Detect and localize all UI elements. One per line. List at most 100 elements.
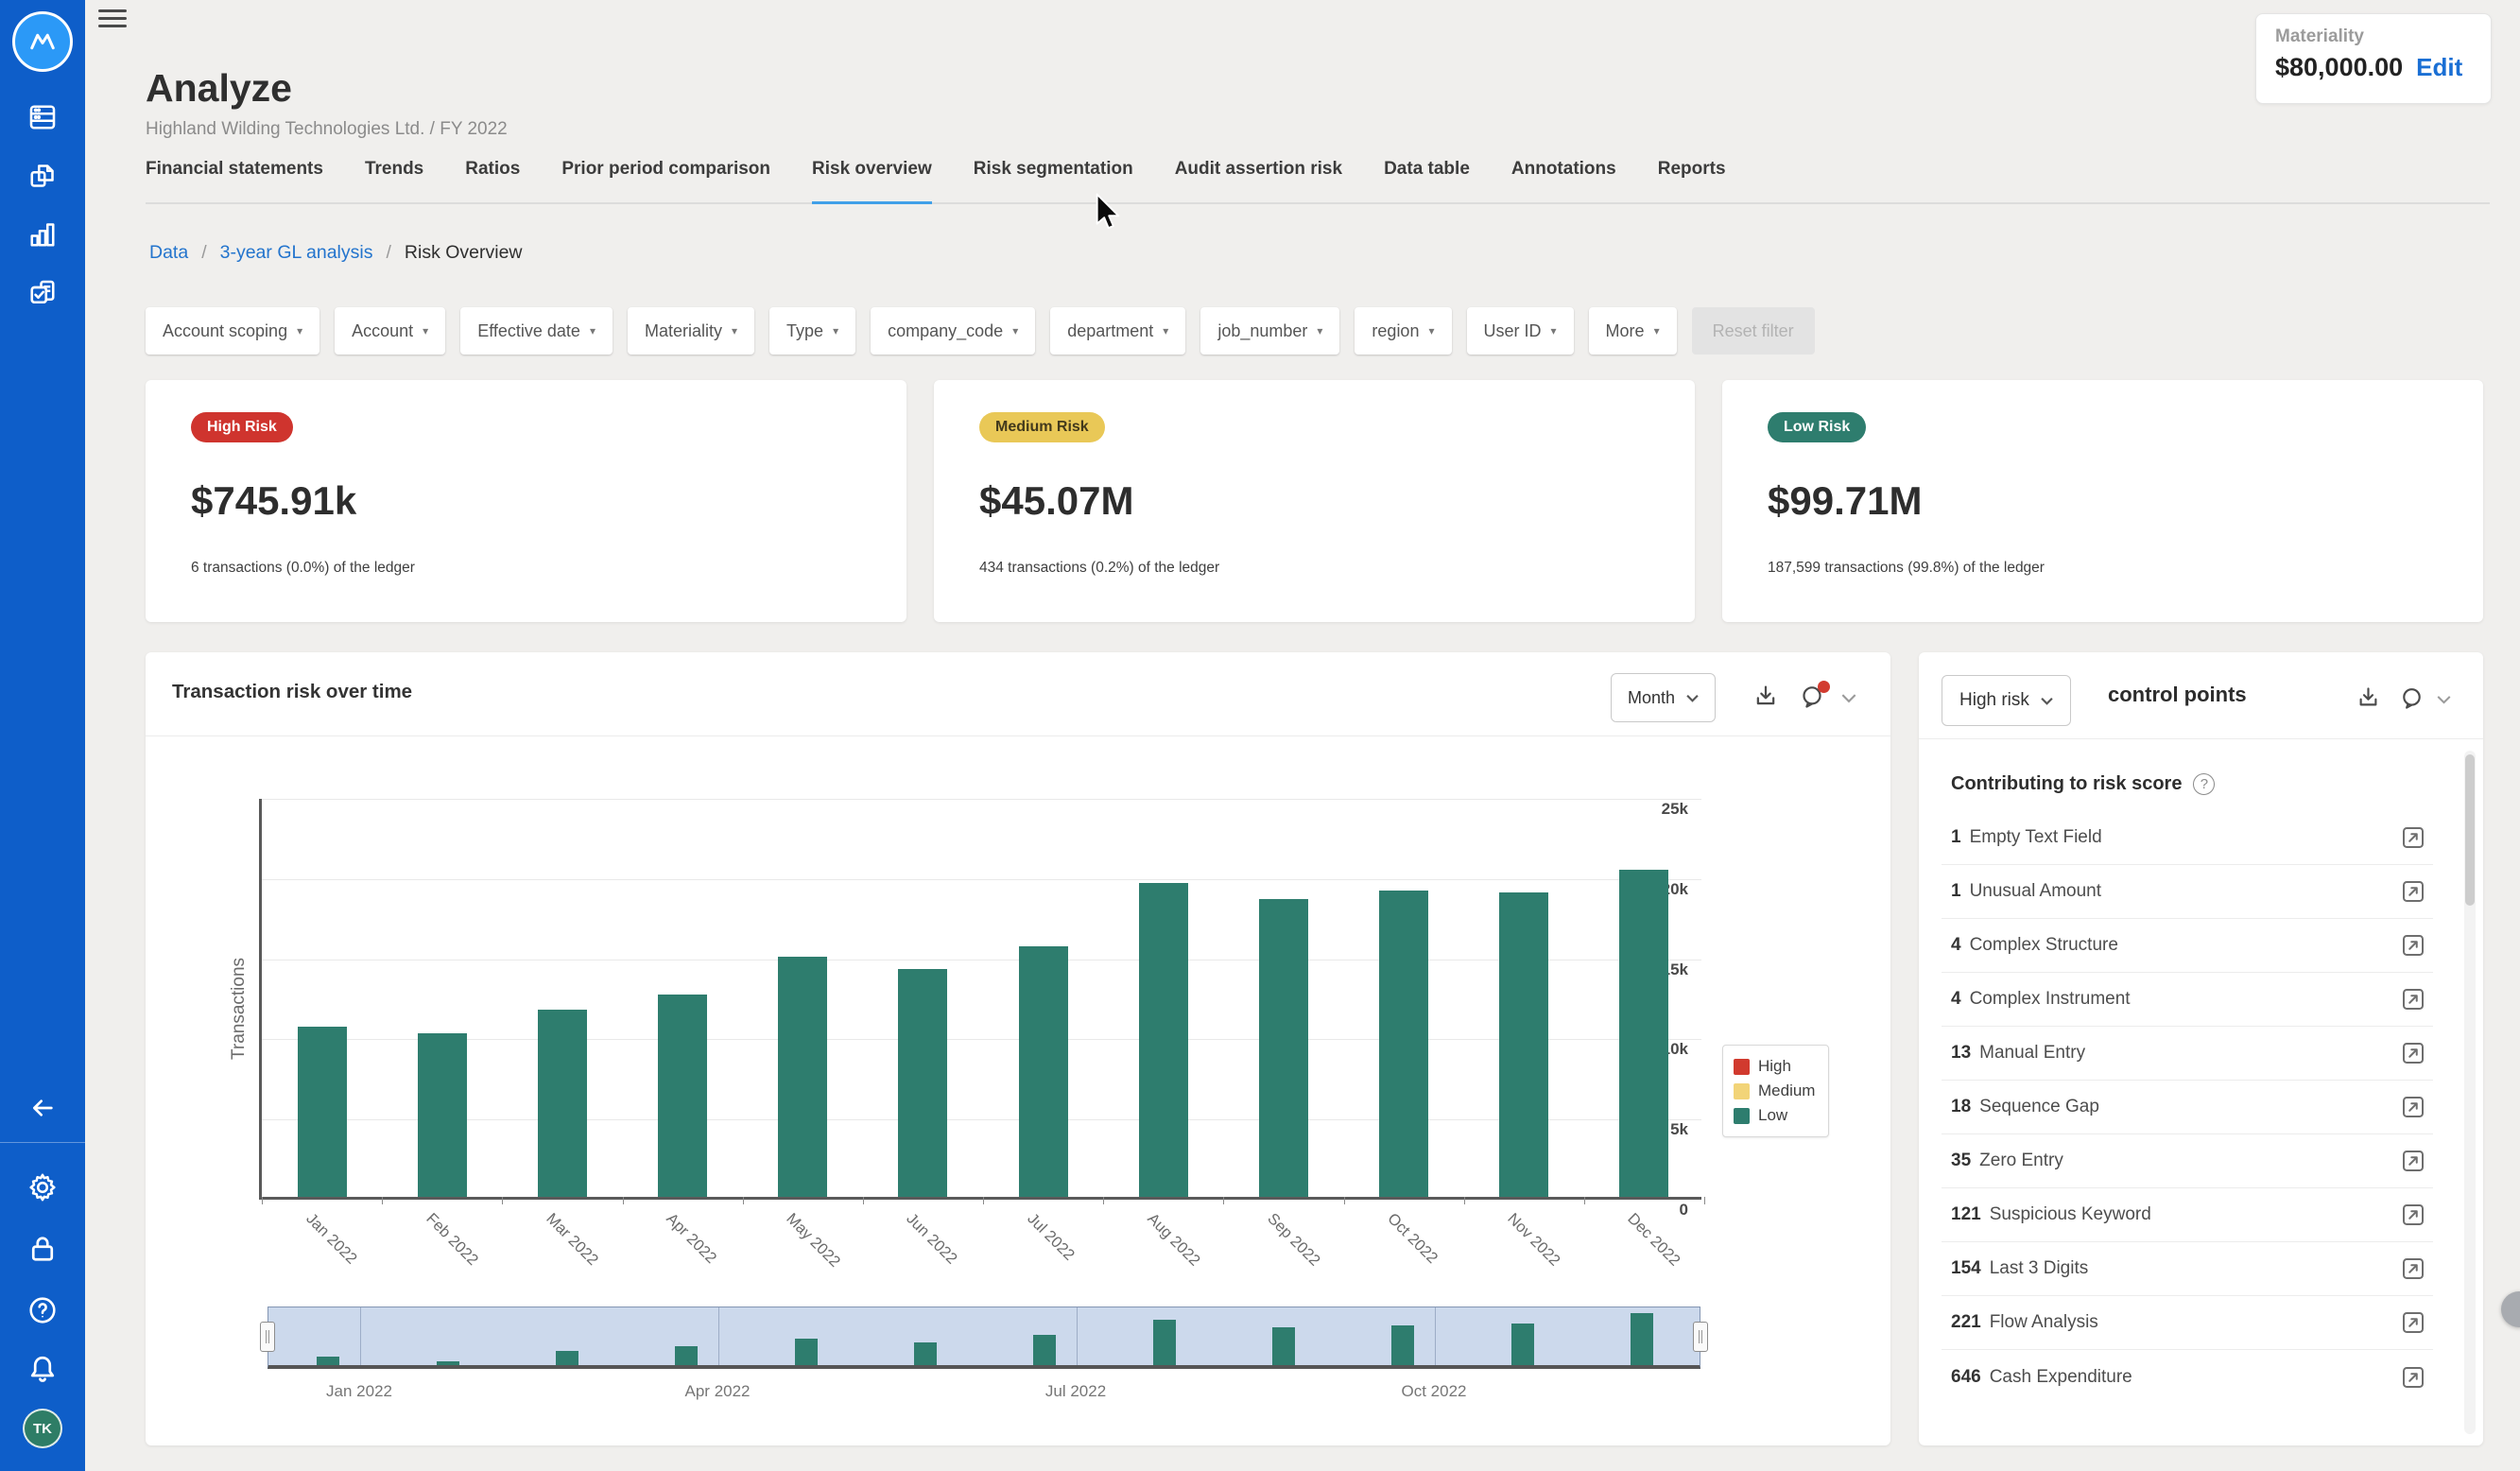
bar-mar-2022[interactable]	[538, 1010, 587, 1197]
data-icon[interactable]	[24, 98, 61, 136]
navigator-gridline	[1435, 1307, 1436, 1365]
open-external-link-icon[interactable]	[2399, 1147, 2427, 1175]
collapse-arrow-icon[interactable]	[24, 1089, 61, 1127]
chart-comments-chevron-icon[interactable]	[1841, 691, 1856, 708]
open-external-link-icon[interactable]	[2399, 823, 2427, 852]
chart-header: Transaction risk over time Month	[146, 652, 1890, 736]
open-external-link-icon[interactable]	[2399, 931, 2427, 960]
open-external-link-icon[interactable]	[2399, 985, 2427, 1013]
contributing-section-label: Contributing to risk score	[1951, 773, 2182, 795]
bar-dec-2022[interactable]	[1619, 870, 1668, 1197]
open-external-link-icon[interactable]	[2399, 1093, 2427, 1121]
control-points-title: control points	[2108, 683, 2247, 707]
breadcrumb-link[interactable]: Data	[149, 242, 188, 264]
bar-jan-2022[interactable]	[298, 1027, 347, 1197]
risk-badge: Low Risk	[1768, 412, 1866, 442]
panel-scrollbar-track[interactable]	[2464, 751, 2476, 1434]
bar-feb-2022[interactable]	[418, 1033, 467, 1197]
x-axis-tick	[623, 1197, 624, 1204]
legend-label: Medium	[1758, 1082, 1815, 1100]
filter-dropdown-user-id[interactable]: User ID▾	[1467, 307, 1574, 355]
bar-aug-2022[interactable]	[1139, 883, 1188, 1197]
tab-financial-statements[interactable]: Financial statements	[146, 159, 323, 204]
control-points-comments-chevron-icon[interactable]	[2437, 692, 2451, 709]
sidebar-divider	[0, 1142, 85, 1143]
tab-reports[interactable]: Reports	[1658, 159, 1726, 204]
control-point-label: Cash Expenditure	[1990, 1367, 2399, 1388]
filter-dropdown-materiality[interactable]: Materiality▾	[628, 307, 754, 355]
control-point-row: 1Unusual Amount	[1942, 865, 2433, 919]
open-external-link-icon[interactable]	[2399, 1363, 2427, 1392]
breadcrumb-link[interactable]: 3-year GL analysis	[220, 242, 373, 264]
reset-filter-button[interactable]: Reset filter	[1692, 307, 1815, 355]
chart-comments-icon[interactable]	[1799, 684, 1825, 715]
bar-nov-2022[interactable]	[1499, 892, 1548, 1197]
navigator-bar	[317, 1357, 339, 1365]
filter-dropdown-account-scoping[interactable]: Account scoping▾	[146, 307, 319, 355]
tab-annotations[interactable]: Annotations	[1511, 159, 1616, 204]
open-external-link-icon[interactable]	[2399, 1039, 2427, 1067]
control-points-comments-icon[interactable]	[2399, 685, 2425, 716]
control-points-download-icon[interactable]	[2356, 684, 2381, 715]
filter-label: region	[1372, 321, 1419, 341]
brush-handle-left[interactable]	[260, 1322, 275, 1352]
open-external-link-icon[interactable]	[2399, 1255, 2427, 1283]
x-axis-tick	[863, 1197, 864, 1204]
chevron-down-icon: ▾	[1317, 324, 1322, 337]
navigator-axis-label: Oct 2022	[1402, 1382, 1467, 1401]
filter-bar: Account scoping▾ Account▾ Effective date▾ M…	[146, 307, 1815, 355]
control-points-list: 1Empty Text Field1Unusual Amount4Complex…	[1942, 811, 2433, 1404]
filter-dropdown-type[interactable]: Type▾	[769, 307, 855, 355]
filter-dropdown-account[interactable]: Account▾	[335, 307, 445, 355]
filter-dropdown-more[interactable]: More▾	[1589, 307, 1677, 355]
control-point-label: Complex Structure	[1970, 935, 2399, 956]
chart-download-icon[interactable]	[1752, 683, 1779, 714]
results-icon[interactable]	[24, 216, 61, 253]
settings-gear-icon[interactable]	[24, 1168, 61, 1206]
tab-risk-segmentation[interactable]: Risk segmentation	[974, 159, 1133, 204]
filter-dropdown-job_number[interactable]: job_number▾	[1200, 307, 1339, 355]
tab-risk-overview[interactable]: Risk overview	[812, 159, 932, 204]
help-icon[interactable]	[24, 1291, 61, 1329]
filter-dropdown-company_code[interactable]: company_code▾	[871, 307, 1035, 355]
control-point-label: Flow Analysis	[1990, 1312, 2399, 1333]
panel-scrollbar-thumb[interactable]	[2465, 754, 2475, 906]
filter-dropdown-region[interactable]: region▾	[1355, 307, 1451, 355]
period-selector-dropdown[interactable]: Month	[1611, 673, 1716, 722]
open-external-link-icon[interactable]	[2399, 1201, 2427, 1229]
notifications-bell-icon[interactable]	[24, 1351, 61, 1389]
filter-label: More	[1606, 321, 1645, 341]
bar-sep-2022[interactable]	[1259, 899, 1308, 1197]
materiality-edit-link[interactable]: Edit	[2416, 53, 2462, 82]
open-external-link-icon[interactable]	[2399, 877, 2427, 906]
legend-item-medium: Medium	[1734, 1079, 1815, 1103]
bar-may-2022[interactable]	[778, 957, 827, 1197]
x-axis-label: Jan 2022	[302, 1210, 359, 1268]
bar-jun-2022[interactable]	[898, 969, 947, 1197]
chart-navigator-brush[interactable]	[268, 1307, 1700, 1369]
tasks-icon[interactable]	[24, 274, 61, 312]
control-point-count: 1	[1951, 881, 1961, 902]
chevron-down-icon: ▾	[833, 324, 838, 337]
floating-action-button[interactable]	[2501, 1291, 2520, 1327]
bar-oct-2022[interactable]	[1379, 891, 1428, 1197]
risk-level-dropdown[interactable]: High risk	[1942, 675, 2071, 726]
filter-dropdown-department[interactable]: department▾	[1050, 307, 1185, 355]
lock-icon[interactable]	[24, 1230, 61, 1268]
tab-audit-assertion-risk[interactable]: Audit assertion risk	[1175, 159, 1342, 204]
bar-jul-2022[interactable]	[1019, 946, 1068, 1197]
app-logo-icon[interactable]	[12, 11, 73, 72]
user-avatar[interactable]: TK	[23, 1409, 62, 1448]
menu-hamburger-icon[interactable]	[98, 9, 127, 34]
tab-data-table[interactable]: Data table	[1384, 159, 1470, 204]
analyses-icon[interactable]	[24, 157, 61, 195]
section-help-icon[interactable]: ?	[2193, 773, 2215, 795]
tab-ratios[interactable]: Ratios	[465, 159, 520, 204]
filter-dropdown-effective-date[interactable]: Effective date▾	[460, 307, 613, 355]
navigator-axis-label: Apr 2022	[685, 1382, 751, 1401]
tab-trends[interactable]: Trends	[365, 159, 423, 204]
tab-prior-period-comparison[interactable]: Prior period comparison	[561, 159, 770, 204]
open-external-link-icon[interactable]	[2399, 1308, 2427, 1337]
brush-handle-right[interactable]	[1693, 1322, 1708, 1352]
bar-apr-2022[interactable]	[658, 995, 707, 1197]
